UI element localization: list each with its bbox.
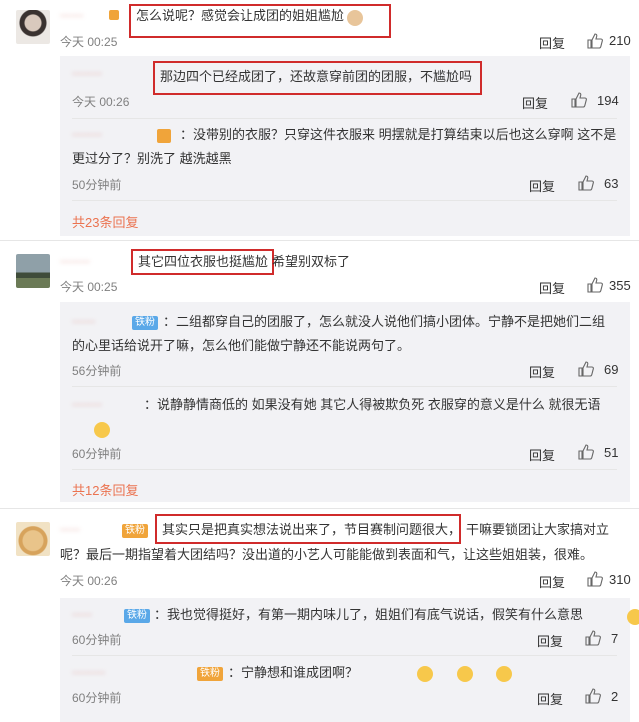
reply-button[interactable]: 回复 [537,689,563,708]
divider [72,469,617,470]
reply-time: 60分钟前 [72,447,122,461]
user-name[interactable]: ∙∙∙∙∙∙∙∙∙ [72,397,102,411]
reply-button[interactable]: 回复 [529,362,555,381]
reply-text: ：我也觉得挺好，有第一期内味儿了，姐姐们有底气说话，假笑有什么意思 [154,607,584,622]
like-count: 2 [611,689,619,704]
comment-time: 今天 00:25 [60,280,118,294]
reply-button[interactable]: 回复 [529,445,555,464]
user-name[interactable]: ∙∙∙∙∙∙∙∙∙ [60,254,90,268]
fan-badge: 铁粉 [122,524,148,538]
like-icon[interactable] [585,688,601,704]
avatar[interactable] [16,522,50,556]
fan-badge: 铁粉 [132,316,158,330]
view-more-replies[interactable]: 共23条回复 [72,212,138,231]
reply-text: 更过分了？别洗了 越洗越黑 [72,151,232,166]
reply-button[interactable]: 回复 [539,572,565,591]
reply-text: ：宁静想和谁成团啊？ [228,665,359,680]
divider [72,386,617,387]
comment-time: 今天 00:26 [60,574,118,588]
avatar[interactable] [16,10,50,44]
divider [72,200,617,201]
emoji-icon [627,608,639,625]
reply-time: 60分钟前 [72,633,122,647]
like-icon[interactable] [578,361,594,377]
comment-text: 其它四位衣服也挺尴尬 [138,254,269,269]
like-count: 210 [609,33,631,48]
like-icon[interactable] [587,571,603,587]
like-icon[interactable] [571,92,587,108]
vip-icon [157,129,171,143]
reply-text: ：没带别的衣服？只穿这件衣服来 明摆就是打算结束以后也这么穿啊 这不是 [180,127,617,142]
emoji-icon [416,665,433,682]
fan-badge: 铁粉 [197,667,223,681]
reply-time: 60分钟前 [72,691,122,705]
like-count: 194 [597,93,619,108]
like-count: 63 [604,176,619,191]
avatar[interactable] [16,254,50,288]
emoji-icon [496,665,513,682]
like-count: 69 [604,362,619,377]
user-name[interactable]: ∙∙∙∙∙∙∙∙∙∙ [72,665,105,679]
emoji-icon [456,665,473,682]
like-icon[interactable] [578,175,594,191]
like-count: 355 [609,278,631,293]
comment-text: 希望别双标了 [272,254,351,269]
comment-text: 其实只是把真实想法说出来了，节目赛制问题很大， [162,522,462,537]
reply-button[interactable]: 回复 [537,631,563,650]
reply-button[interactable]: 回复 [539,33,565,52]
divider [0,240,639,241]
comment-text: 干嘛要锁团让大家搞对立 [466,522,610,537]
user-name[interactable]: ∙∙∙∙∙∙∙∙∙ [72,127,102,141]
reply-button[interactable]: 回复 [539,278,565,297]
vip-icon [109,10,119,20]
like-icon[interactable] [587,277,603,293]
user-name[interactable]: ∙∙∙∙∙∙ [60,522,80,536]
reply-time: 56分钟前 [72,364,122,378]
like-count: 310 [609,572,631,587]
comment-time: 今天 00:25 [60,35,118,49]
divider [0,508,639,509]
comment-text: 呢？最后一期指望着大团结吗？没出道的小艺人可能能做到表面和气，让这些姐姐装，很难… [60,547,594,562]
reply-text: 那边四个已经成团了，还故意穿前团的团服，不尴尬吗 [160,69,473,84]
like-count: 7 [611,631,619,646]
reply-time: 50分钟前 [72,178,122,192]
reply-text: 的心里话给说开了嘛，怎么他们能做宁静还不能说两句了。 [72,338,411,353]
user-name[interactable]: ∙∙∙∙∙∙∙ [60,8,83,22]
like-icon[interactable] [585,630,601,646]
like-count: 51 [604,445,619,460]
reply-text: ：二组都穿自己的团服了，怎么就没人说他们搞小团体。宁静不是把她们二组 [163,314,606,329]
like-icon[interactable] [587,33,603,49]
user-name[interactable]: ∙∙∙∙∙∙∙∙∙ [72,66,102,80]
like-icon[interactable] [578,444,594,460]
user-name[interactable]: ∙∙∙∙∙∙ [72,607,92,621]
reply-text: ：说静静情商低的 如果没有她 其它人得被欺负死 衣服穿的意义是什么 就很无语 [144,397,601,412]
emoji-icon [347,9,363,26]
comment-text: 怎么说呢？感觉会让成团的姐姐尴尬 [136,8,345,23]
reply-time: 今天 00:26 [72,95,130,109]
fan-badge: 铁粉 [124,609,150,623]
view-more-replies[interactable]: 共12条回复 [72,480,138,499]
divider [72,118,617,119]
divider [72,655,617,656]
emoji-icon [93,421,110,438]
reply-button[interactable]: 回复 [529,176,555,195]
user-name[interactable]: ∙∙∙∙∙∙∙ [72,314,95,328]
reply-button[interactable]: 回复 [522,93,548,112]
